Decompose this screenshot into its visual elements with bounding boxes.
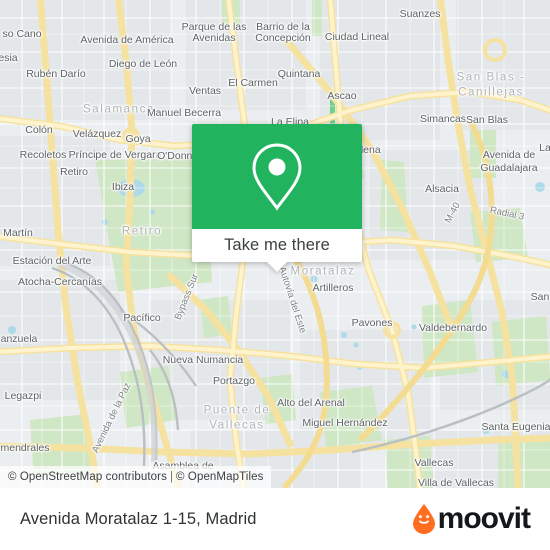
attribution-openmaptiles[interactable]: © OpenMapTiles [176,471,263,483]
location-popup[interactable]: Take me there [192,124,362,272]
map-page: so Cano esia Rubén Darío Avenida de América… [0,0,550,550]
moovit-smiley-pin-icon [412,504,435,534]
take-me-there-button[interactable]: Take me there [192,229,362,262]
moovit-wordmark: moovit [437,502,531,535]
take-me-there-label: Take me there [224,236,330,254]
footer-bar: Avenida Moratalaz 1-15, Madrid moovit [0,488,550,550]
map-pin-icon [252,142,302,211]
moovit-logo[interactable]: moovit [411,502,531,535]
attribution-osm[interactable]: © OpenStreetMap contributors [8,471,167,483]
attribution-separator: | [169,471,174,483]
map-attribution: © OpenStreetMap contributors | © OpenMap… [0,466,272,488]
popup-header [192,124,362,229]
map-viewport[interactable]: so Cano esia Rubén Darío Avenida de América… [0,0,550,488]
popup-pointer [267,262,287,272]
address-title: Avenida Moratalaz 1-15, Madrid [20,509,257,528]
